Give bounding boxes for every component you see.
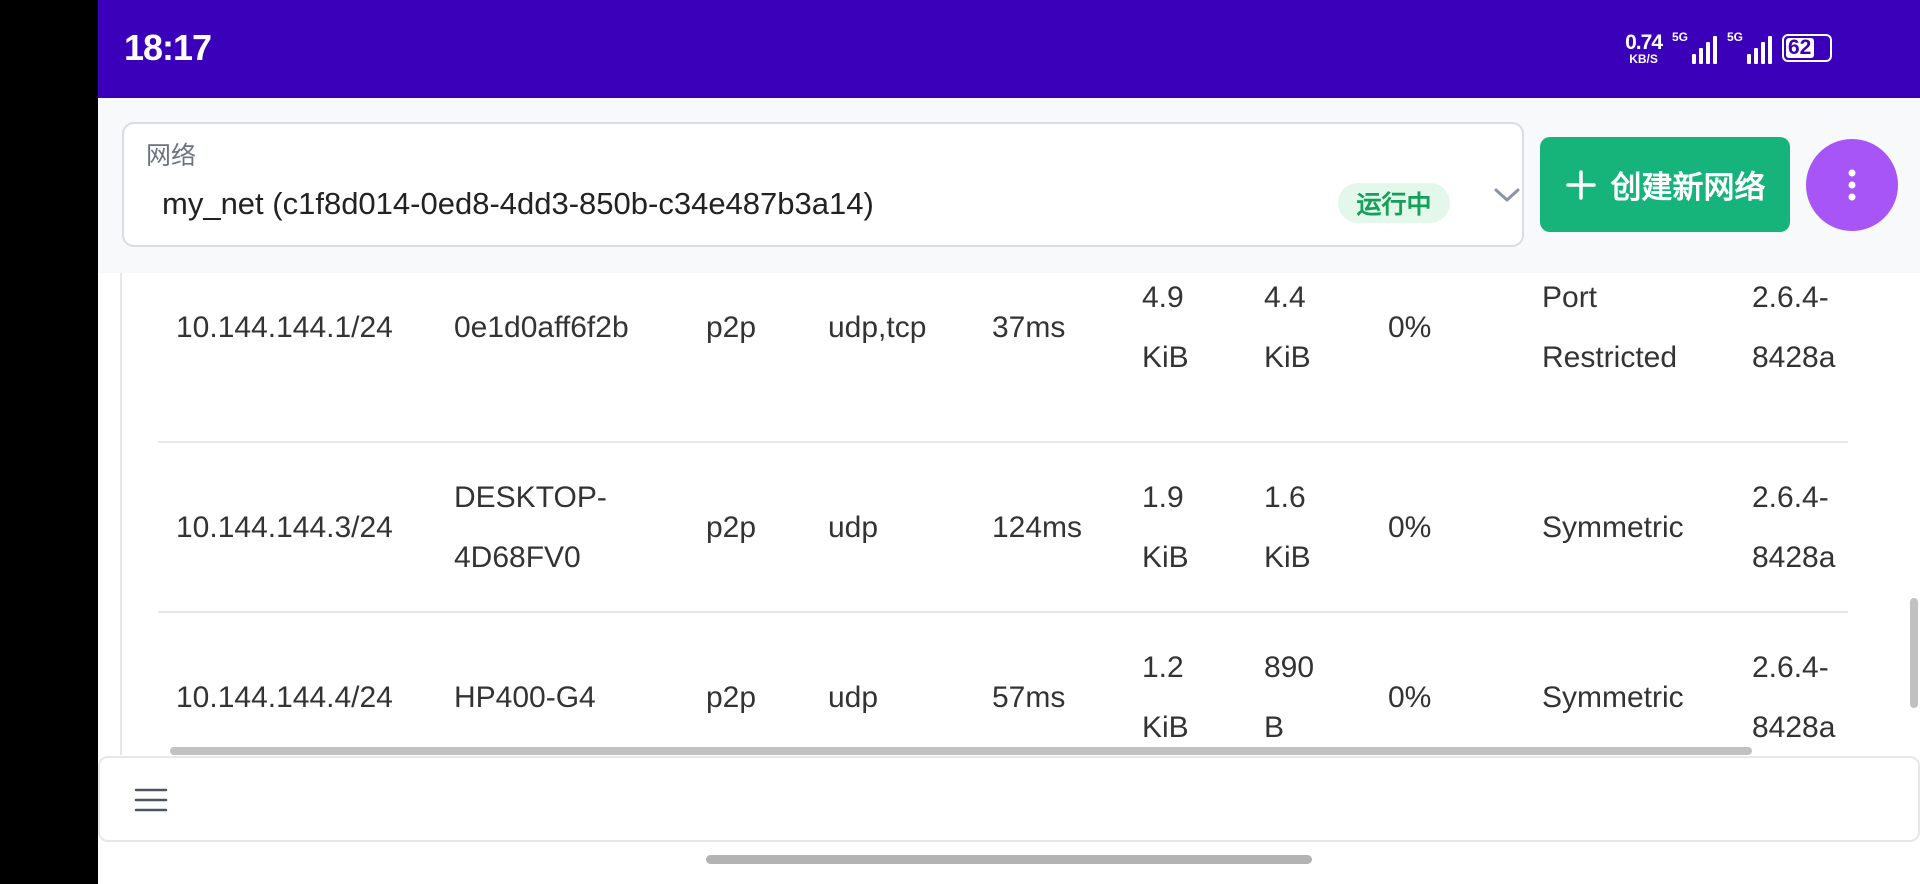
signal-icon: 5G xyxy=(1727,30,1772,64)
cell-nat: Symmetric xyxy=(1542,681,1684,714)
header: 网络 my_net (c1f8d014-0ed8-4dd3-850b-c34e4… xyxy=(98,98,1920,273)
table-row: 10.144.144.4/24 HP400-G4 p2p udp 57ms 1.… xyxy=(158,613,1848,755)
peer-table[interactable]: 10.144.144.1/24 0e1d0aff6f2b p2p udp,tcp… xyxy=(120,273,1900,755)
cell-loss: 0% xyxy=(1388,511,1432,544)
cell-ip: 10.144.144.3/24 xyxy=(176,511,393,544)
cell-version: 2.6.4- xyxy=(1752,481,1829,514)
network-select-value: my_net (c1f8d014-0ed8-4dd3-850b-c34e487b… xyxy=(162,186,874,221)
cell-hostname-line2: 4D68FV0 xyxy=(454,541,581,574)
cell-cost: p2p xyxy=(706,311,757,344)
status-time: 18:17 xyxy=(124,27,212,68)
signal-tag: 5G xyxy=(1672,30,1689,44)
cell-latency: 57ms xyxy=(992,681,1066,714)
network-select-label: 网络 xyxy=(146,142,197,170)
cell-tx-unit: KiB xyxy=(1264,541,1311,574)
cell-nat-line2: Restricted xyxy=(1542,341,1678,374)
cell-hostname: DESKTOP- xyxy=(454,481,607,514)
signal-icon: 5G xyxy=(1672,30,1717,64)
cell-loss: 0% xyxy=(1388,311,1432,344)
cell-nat: Symmetric xyxy=(1542,511,1684,544)
create-network-button[interactable]: 创建新网络 xyxy=(1540,137,1790,232)
cell-tx: 4.4 xyxy=(1264,281,1306,314)
status-bar: 18:17 0.74 KB/S 5G 5G 62 xyxy=(98,0,1920,98)
more-options-button[interactable] xyxy=(1806,139,1898,231)
cell-ip: 10.144.144.1/24 xyxy=(176,311,393,344)
table-row: 10.144.144.1/24 0e1d0aff6f2b p2p udp,tcp… xyxy=(158,273,1848,443)
cell-version-line2: 8428a xyxy=(1752,341,1836,374)
cell-latency: 37ms xyxy=(992,311,1066,344)
cell-rx-unit: KiB xyxy=(1142,341,1189,374)
horizontal-scrollbar[interactable] xyxy=(170,747,1752,755)
network-speed-unit: KB/S xyxy=(1629,51,1658,66)
more-vertical-icon xyxy=(1848,169,1856,201)
cell-nat: Port xyxy=(1542,281,1598,314)
cell-hostname: HP400-G4 xyxy=(454,681,596,714)
cell-rx: 1.9 xyxy=(1142,481,1184,514)
cell-version-line2: 8428a xyxy=(1752,541,1836,574)
create-network-label: 创建新网络 xyxy=(1610,170,1766,205)
network-speed: 0.74 KB/S xyxy=(1625,30,1663,66)
menu-icon[interactable] xyxy=(134,786,168,814)
vertical-scrollbar[interactable] xyxy=(1910,598,1918,708)
cell-version: 2.6.4- xyxy=(1752,281,1829,314)
cell-tx: 1.6 xyxy=(1264,481,1306,514)
cell-ip: 10.144.144.4/24 xyxy=(176,681,393,714)
chevron-down-icon[interactable] xyxy=(1492,180,1522,210)
signal-tag: 5G xyxy=(1727,30,1744,44)
bottom-bar xyxy=(98,756,1920,842)
home-indicator[interactable] xyxy=(706,855,1312,864)
cell-tunnel: udp xyxy=(828,511,879,544)
network-speed-value: 0.74 xyxy=(1625,30,1663,54)
cell-rx-unit: KiB xyxy=(1142,541,1189,574)
cell-hostname: 0e1d0aff6f2b xyxy=(454,311,629,344)
battery-level: 62 xyxy=(1788,36,1812,59)
battery-icon: 62 xyxy=(1782,34,1832,62)
cell-tx-unit: KiB xyxy=(1264,341,1311,374)
cell-cost: p2p xyxy=(706,681,757,714)
plus-icon xyxy=(1565,169,1596,200)
app-screen: 18:17 0.74 KB/S 5G 5G 62 网络 my_net (c1f8… xyxy=(98,0,1920,884)
table-row: 10.144.144.3/24 DESKTOP- 4D68FV0 p2p udp… xyxy=(158,443,1848,613)
network-select[interactable]: 网络 my_net (c1f8d014-0ed8-4dd3-850b-c34e4… xyxy=(122,122,1524,247)
cell-tunnel: udp,tcp xyxy=(828,311,927,344)
cell-version: 2.6.4- xyxy=(1752,651,1829,684)
status-badge: 运行中 xyxy=(1338,183,1450,223)
cell-tx: 890 xyxy=(1264,651,1315,684)
cell-rx: 4.9 xyxy=(1142,281,1184,314)
cell-latency: 124ms xyxy=(992,511,1083,544)
cell-loss: 0% xyxy=(1388,681,1432,714)
cell-tunnel: udp xyxy=(828,681,879,714)
cell-version-line2: 8428a xyxy=(1752,711,1836,744)
cell-rx: 1.2 xyxy=(1142,651,1184,684)
cell-cost: p2p xyxy=(706,511,757,544)
status-icons: 0.74 KB/S 5G 5G 62 xyxy=(1625,30,1832,66)
